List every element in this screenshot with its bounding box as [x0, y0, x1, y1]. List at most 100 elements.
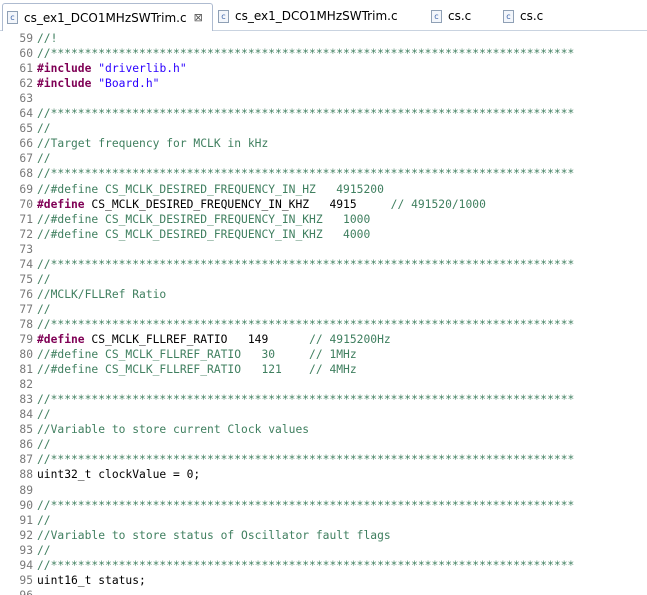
- line-number: 78: [19, 317, 33, 331]
- code-line: 62 #include "Board.h": [0, 76, 647, 91]
- line-number: 87: [19, 453, 33, 467]
- code-text: //#define CS_MCLK_DESIRED_FREQUENCY_IN_H…: [37, 182, 384, 197]
- editor-tab-bar: c cs_ex1_DCO1MHzSWTrim.c ⊠ c cs_ex1_DCO1…: [0, 0, 647, 31]
- code-line: 91 //: [0, 513, 647, 528]
- tab-label: cs_ex1_DCO1MHzSWTrim.c: [235, 9, 398, 23]
- code-line: 59 //!: [0, 31, 647, 46]
- code-text: //Target frequency for MCLK in kHz: [37, 136, 268, 151]
- c-file-icon: c: [7, 11, 18, 24]
- code-token: //**************************************…: [37, 257, 575, 271]
- line-number: 94: [19, 558, 33, 572]
- code-line: 73: [0, 242, 647, 257]
- code-line: 66 //Target frequency for MCLK in kHz: [0, 136, 647, 151]
- code-line: 88 uint32_t clockValue = 0;: [0, 467, 647, 482]
- code-text: //**************************************…: [37, 498, 574, 513]
- line-number: 86: [19, 438, 33, 452]
- line-number: 75: [19, 272, 33, 286]
- code-token: CS_MCLK_DESIRED_FREQUENCY_IN_KHZ 4915: [84, 197, 391, 211]
- line-number: 65: [19, 122, 33, 136]
- code-editor[interactable]: 59 //! 60 //*******************************…: [0, 31, 647, 595]
- code-line: 96: [0, 588, 647, 595]
- code-text: //#define CS_MCLK_FLLREF_RATIO 121 // 4M…: [37, 362, 357, 377]
- code-token: uint16_t status;: [37, 573, 146, 587]
- code-token: #define: [37, 197, 85, 211]
- code-text: uint16_t status;: [37, 573, 146, 588]
- code-token: CS_MCLK_FLLREF_RATIO 149: [84, 333, 310, 346]
- code-line: 65 //: [0, 121, 647, 136]
- line-number: 93: [19, 543, 33, 557]
- tab-cs-c-2[interactable]: c cs.c: [499, 5, 543, 27]
- code-token: //Variable to store current Clock values: [37, 423, 310, 437]
- code-text: //: [37, 543, 51, 558]
- line-number: 73: [19, 242, 33, 256]
- code-text: //: [37, 151, 51, 166]
- line-number: 64: [19, 107, 33, 121]
- code-text: //: [37, 437, 51, 452]
- code-text: //!: [37, 31, 57, 46]
- code-token: //**************************************…: [37, 107, 575, 121]
- code-token: "Board.h": [98, 77, 160, 91]
- line-number: 88: [19, 468, 33, 482]
- code-text: //#define CS_MCLK_FLLREF_RATIO 30 // 1MH…: [37, 347, 357, 362]
- code-text: //: [37, 272, 51, 287]
- line-number: 90: [19, 498, 33, 512]
- code-text: //**************************************…: [37, 392, 574, 407]
- code-line: 74 //************************************…: [0, 257, 647, 272]
- code-text: //MCLK/FLLRef Ratio: [37, 287, 166, 302]
- code-token: //Target frequency for MCLK in kHz: [37, 137, 269, 151]
- code-token: //: [37, 438, 51, 452]
- line-number: 81: [19, 363, 33, 377]
- code-text: //: [37, 302, 51, 317]
- code-token: #include: [37, 62, 92, 76]
- code-line: 69 //#define CS_MCLK_DESIRED_FREQUENCY_IN…: [0, 182, 647, 197]
- line-number: 92: [19, 528, 33, 542]
- code-line: 95 uint16_t status;: [0, 573, 647, 588]
- line-number: 69: [19, 182, 33, 196]
- code-token: //#define CS_MCLK_DESIRED_FREQUENCY_IN_H…: [37, 182, 384, 196]
- code-token: //**************************************…: [37, 453, 575, 467]
- code-line: 64 //************************************…: [0, 106, 647, 121]
- code-line: 89: [0, 483, 647, 498]
- code-text: #define CS_MCLK_FLLREF_RATIO 149 // 4915…: [37, 332, 391, 347]
- code-line: 85 //Variable to store current Clock valu…: [0, 422, 647, 437]
- tab-label: cs_ex1_DCO1MHzSWTrim.c: [24, 10, 187, 25]
- code-line: 72 //#define CS_MCLK_DESIRED_FREQUENCY_IN…: [0, 227, 647, 242]
- code-token: //: [37, 152, 51, 166]
- code-text: //: [37, 121, 51, 136]
- code-line: 81 //#define CS_MCLK_FLLREF_RATIO 121 // …: [0, 362, 647, 377]
- code-line: 75 //: [0, 272, 647, 287]
- tab-cs-ex1[interactable]: c cs_ex1_DCO1MHzSWTrim.c: [214, 5, 398, 27]
- code-line: 84 //: [0, 407, 647, 422]
- code-text: #include "Board.h": [37, 76, 159, 91]
- code-text: //**************************************…: [37, 558, 574, 573]
- code-token: //: [37, 272, 51, 286]
- code-token: // 4915200Hz: [309, 333, 391, 346]
- line-number: 60: [19, 47, 33, 61]
- line-number: 91: [19, 513, 33, 527]
- code-token: #include: [37, 77, 92, 91]
- code-line: 78 //************************************…: [0, 317, 647, 332]
- code-text: //**************************************…: [37, 452, 574, 467]
- code-text: #define CS_MCLK_DESIRED_FREQUENCY_IN_KHZ…: [37, 197, 486, 212]
- code-token: //Variable to store status of Oscillator…: [37, 528, 391, 542]
- code-token: //#define CS_MCLK_DESIRED_FREQUENCY_IN_K…: [37, 227, 371, 241]
- close-icon[interactable]: ⊠: [194, 11, 203, 24]
- code-text: //#define CS_MCLK_DESIRED_FREQUENCY_IN_K…: [37, 227, 370, 242]
- code-token: uint32_t clockValue = 0;: [37, 468, 201, 482]
- code-text: uint32_t clockValue = 0;: [37, 467, 200, 482]
- code-line: 71 //#define CS_MCLK_DESIRED_FREQUENCY_IN…: [0, 212, 647, 227]
- line-number: 61: [19, 62, 33, 76]
- line-number: 79: [19, 333, 33, 346]
- code-token: //: [37, 122, 51, 136]
- line-number: 71: [19, 212, 33, 226]
- line-number: 85: [19, 423, 33, 437]
- tab-label: cs.c: [448, 9, 472, 23]
- code-line: 90 //************************************…: [0, 498, 647, 513]
- code-token: //#define CS_MCLK_DESIRED_FREQUENCY_IN_K…: [37, 212, 371, 226]
- tab-cs-ex1-active[interactable]: c cs_ex1_DCO1MHzSWTrim.c ⊠: [2, 3, 213, 31]
- code-token: //**************************************…: [37, 498, 575, 512]
- line-number: 83: [19, 393, 33, 407]
- code-text: //: [37, 513, 51, 528]
- tab-cs-c-1[interactable]: c cs.c: [427, 5, 471, 27]
- code-line: 67 //: [0, 151, 647, 166]
